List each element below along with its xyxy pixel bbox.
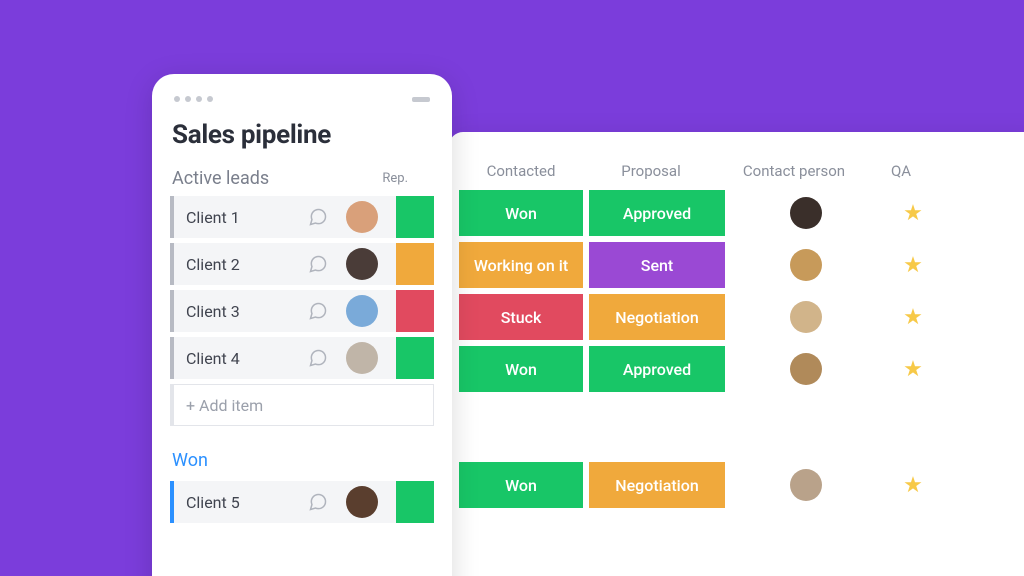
add-item-button[interactable]: + Add item xyxy=(170,384,434,426)
item-name: Client 3 xyxy=(174,302,302,321)
contact-person-cell[interactable] xyxy=(731,249,881,281)
list-item[interactable]: Client 5 xyxy=(170,481,434,523)
comment-icon[interactable] xyxy=(302,254,334,274)
status-proposal[interactable]: Negotiation xyxy=(589,294,725,340)
qa-rating[interactable]: ★ xyxy=(881,305,945,330)
item-name: Client 5 xyxy=(174,493,302,512)
avatar[interactable] xyxy=(346,295,378,327)
board-title: Sales pipeline xyxy=(172,120,434,150)
battery-icon xyxy=(412,97,430,102)
qa-rating[interactable]: ★ xyxy=(881,201,945,226)
qa-rating[interactable]: ★ xyxy=(881,253,945,278)
list-item[interactable]: Client 3 xyxy=(170,290,434,332)
comment-icon[interactable] xyxy=(302,207,334,227)
avatar[interactable] xyxy=(346,248,378,280)
contact-person-cell[interactable] xyxy=(731,301,881,333)
add-item-label: + Add item xyxy=(174,396,302,415)
table-row[interactable]: Won Approved ★ xyxy=(459,190,1024,236)
table-row[interactable]: Stuck Negotiation ★ xyxy=(459,294,1024,340)
avatar xyxy=(790,301,822,333)
item-name: Client 4 xyxy=(174,349,302,368)
qa-rating[interactable]: ★ xyxy=(881,357,945,382)
item-name: Client 1 xyxy=(174,208,302,227)
contact-person-cell[interactable] xyxy=(731,353,881,385)
item-name: Client 2 xyxy=(174,255,302,274)
table-row[interactable]: Won Negotiation ★ xyxy=(459,462,1024,508)
status-sliver[interactable] xyxy=(396,290,434,332)
avatar xyxy=(790,249,822,281)
mobile-board-card: Sales pipeline Active leads Rep. Client … xyxy=(152,74,452,576)
contact-person-cell[interactable] xyxy=(731,469,881,501)
list-item[interactable]: Client 1 xyxy=(170,196,434,238)
group-gap xyxy=(449,398,1024,462)
avatar xyxy=(790,353,822,385)
signal-dots-icon xyxy=(174,96,213,102)
avatar xyxy=(790,469,822,501)
status-contacted[interactable]: Won xyxy=(459,462,583,508)
status-contacted[interactable]: Working on it xyxy=(459,242,583,288)
desktop-board-card: Contacted Proposal Contact person QA Won… xyxy=(449,132,1024,576)
column-header-qa: QA xyxy=(869,162,933,180)
comment-icon[interactable] xyxy=(302,348,334,368)
status-sliver[interactable] xyxy=(396,243,434,285)
comment-icon[interactable] xyxy=(302,492,334,512)
table-row[interactable]: Working on it Sent ★ xyxy=(459,242,1024,288)
desktop-column-headers: Contacted Proposal Contact person QA xyxy=(449,132,1024,190)
list-item[interactable]: Client 4 xyxy=(170,337,434,379)
status-sliver[interactable] xyxy=(396,481,434,523)
group-title-won[interactable]: Won xyxy=(172,450,434,471)
mobile-status-bar xyxy=(170,96,434,114)
avatar[interactable] xyxy=(346,486,378,518)
list-item[interactable]: Client 2 xyxy=(170,243,434,285)
status-proposal[interactable]: Approved xyxy=(589,346,725,392)
status-contacted[interactable]: Stuck xyxy=(459,294,583,340)
status-contacted[interactable]: Won xyxy=(459,346,583,392)
column-header-proposal: Proposal xyxy=(583,162,719,180)
comment-icon[interactable] xyxy=(302,301,334,321)
avatar xyxy=(790,197,822,229)
status-proposal[interactable]: Sent xyxy=(589,242,725,288)
status-sliver[interactable] xyxy=(396,196,434,238)
column-header-contacted: Contacted xyxy=(459,162,583,180)
status-proposal[interactable]: Approved xyxy=(589,190,725,236)
status-contacted[interactable]: Won xyxy=(459,190,583,236)
avatar[interactable] xyxy=(346,201,378,233)
status-sliver[interactable] xyxy=(396,337,434,379)
contact-person-cell[interactable] xyxy=(731,197,881,229)
status-proposal[interactable]: Negotiation xyxy=(589,462,725,508)
table-row[interactable]: Won Approved ★ xyxy=(459,346,1024,392)
avatar[interactable] xyxy=(346,342,378,374)
qa-rating[interactable]: ★ xyxy=(881,473,945,498)
column-header-contact: Contact person xyxy=(719,162,869,180)
